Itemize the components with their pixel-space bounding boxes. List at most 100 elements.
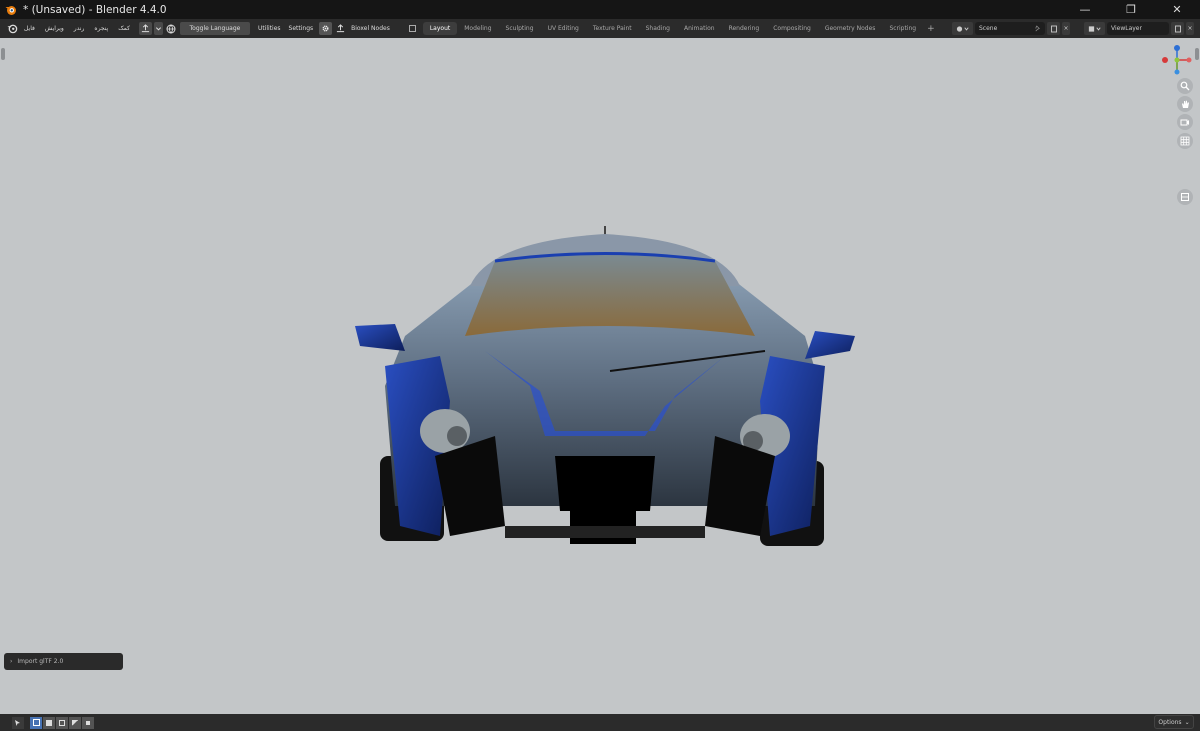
chevron-right-icon: › — [10, 658, 13, 665]
square-icon — [408, 25, 416, 32]
export-button[interactable] — [138, 22, 152, 35]
select-invert-icon — [72, 719, 78, 726]
close-icon: ✕ — [1172, 3, 1182, 16]
select-subtract-button[interactable] — [56, 716, 68, 729]
minimize-button[interactable]: — — [1062, 0, 1108, 19]
axis-gizmo[interactable] — [1161, 44, 1193, 76]
menu-window[interactable]: پنجره — [89, 25, 113, 32]
select-intersect-button[interactable] — [82, 716, 94, 729]
grid-icon — [1180, 136, 1190, 146]
blender-icon — [7, 24, 18, 34]
camera-icon — [1180, 119, 1189, 126]
workspace-tabs: Layout Modeling Sculpting UV Editing Tex… — [422, 22, 939, 35]
perspective-toggle-button[interactable] — [1177, 133, 1193, 149]
select-extend-icon — [46, 719, 52, 726]
settings-gear-button[interactable] — [319, 22, 333, 35]
square-toggle-button[interactable] — [406, 22, 419, 35]
new-view-layer-button[interactable] — [1171, 22, 1184, 35]
globe-icon — [166, 24, 176, 34]
select-extend-button[interactable] — [43, 716, 55, 729]
menu-file[interactable]: فایل — [19, 25, 40, 32]
tab-animation[interactable]: Animation — [677, 22, 722, 35]
remove-view-layer-button[interactable]: × — [1186, 22, 1194, 35]
tab-compositing[interactable]: Compositing — [766, 22, 818, 35]
select-set-icon — [32, 719, 40, 726]
utilities-button[interactable]: Utilities — [254, 25, 285, 32]
view-layer-browse-button[interactable] — [1084, 22, 1105, 35]
last-operator-panel[interactable]: › Import glTF 2.0 — [4, 653, 123, 670]
local-view-button[interactable] — [1177, 189, 1193, 205]
add-workspace-button[interactable]: + — [923, 24, 939, 34]
toolbar-edge-tab[interactable] — [1, 48, 5, 60]
cursor-icon — [15, 719, 20, 726]
menu-help[interactable]: کمک — [113, 25, 135, 32]
select-tool-button[interactable] — [12, 716, 24, 729]
close-icon: × — [1187, 25, 1193, 32]
select-subtract-icon — [59, 719, 65, 726]
bioxel-nodes-button[interactable]: Bioxel Nodes — [347, 25, 394, 32]
tab-texture-paint[interactable]: Texture Paint — [586, 22, 639, 35]
minimize-icon: — — [1079, 3, 1091, 16]
title-bar: * (Unsaved) - Blender 4.4.0 — ❐ ✕ — [0, 0, 1200, 19]
chevron-down-icon: ⌄ — [1184, 718, 1190, 726]
tab-shading[interactable]: Shading — [639, 22, 677, 35]
3d-viewport[interactable] — [0, 38, 1200, 714]
chevron-down-icon — [155, 27, 161, 31]
toggle-language-button[interactable]: Toggle Language — [179, 22, 250, 35]
new-document-icon — [1174, 25, 1181, 32]
tab-geometry-nodes[interactable]: Geometry Nodes — [818, 22, 883, 35]
new-scene-button[interactable] — [1047, 22, 1060, 35]
top-bar: فایل ویرایش رندر پنجره کمک Toggle Langua… — [0, 19, 1200, 38]
view-layer-name: ViewLayer — [1111, 25, 1142, 32]
viewport-footer: Options ⌄ — [0, 714, 1200, 731]
settings-button[interactable]: Settings — [285, 25, 318, 32]
tab-uv-editing[interactable]: UV Editing — [541, 22, 586, 35]
car-model[interactable] — [345, 226, 865, 551]
view-layer-selector: ViewLayer × — [1082, 22, 1194, 35]
select-intersect-icon — [86, 720, 90, 725]
menu-render[interactable]: رندر — [69, 25, 90, 32]
render-layers-icon — [1088, 25, 1101, 32]
tab-scripting[interactable]: Scripting — [882, 22, 923, 35]
scene-browse-button[interactable] — [952, 22, 973, 35]
select-invert-button[interactable] — [69, 716, 81, 729]
gear-icon — [322, 25, 329, 32]
upload-icon — [141, 24, 150, 33]
collection-icon — [1181, 193, 1189, 201]
zoom-view-button[interactable] — [1177, 78, 1193, 94]
scene-data-icon — [956, 25, 969, 32]
tab-sculpting[interactable]: Sculpting — [499, 22, 541, 35]
new-document-icon — [1050, 25, 1057, 32]
close-button[interactable]: ✕ — [1154, 0, 1200, 19]
tab-modeling[interactable]: Modeling — [457, 22, 498, 35]
pin-icon — [1035, 25, 1040, 32]
scene-name-field[interactable]: Scene — [975, 22, 1045, 35]
options-dropdown[interactable]: Options ⌄ — [1154, 715, 1194, 729]
camera-view-button[interactable] — [1177, 114, 1193, 130]
window-title: * (Unsaved) - Blender 4.4.0 — [23, 3, 167, 16]
restore-icon: ❐ — [1126, 3, 1136, 16]
language-icon-button[interactable] — [165, 22, 178, 35]
remove-scene-button[interactable]: × — [1062, 22, 1070, 35]
close-icon: × — [1063, 25, 1069, 32]
blender-menu-button[interactable] — [6, 22, 19, 35]
menu-edit[interactable]: ویرایش — [40, 25, 69, 32]
options-label: Options — [1158, 718, 1182, 726]
scene-selector: Scene × — [950, 22, 1070, 35]
view-layer-name-field[interactable]: ViewLayer — [1107, 22, 1169, 35]
window-controls: — ❐ ✕ — [1062, 0, 1200, 19]
operator-label: Import glTF 2.0 — [17, 658, 64, 665]
sidebar-edge-tab[interactable] — [1195, 48, 1199, 60]
tab-layout[interactable]: Layout — [422, 22, 458, 35]
zoom-icon — [1180, 81, 1190, 91]
upload-icon — [337, 24, 345, 33]
pan-view-button[interactable] — [1177, 96, 1193, 112]
blender-logo-icon — [5, 5, 16, 15]
hand-icon — [1182, 100, 1189, 108]
restore-button[interactable]: ❐ — [1108, 0, 1154, 19]
select-new-button[interactable] — [30, 716, 42, 729]
dropdown-button[interactable] — [153, 22, 163, 35]
upload-button[interactable] — [334, 22, 347, 35]
scene-name: Scene — [979, 25, 998, 32]
tab-rendering[interactable]: Rendering — [722, 22, 767, 35]
